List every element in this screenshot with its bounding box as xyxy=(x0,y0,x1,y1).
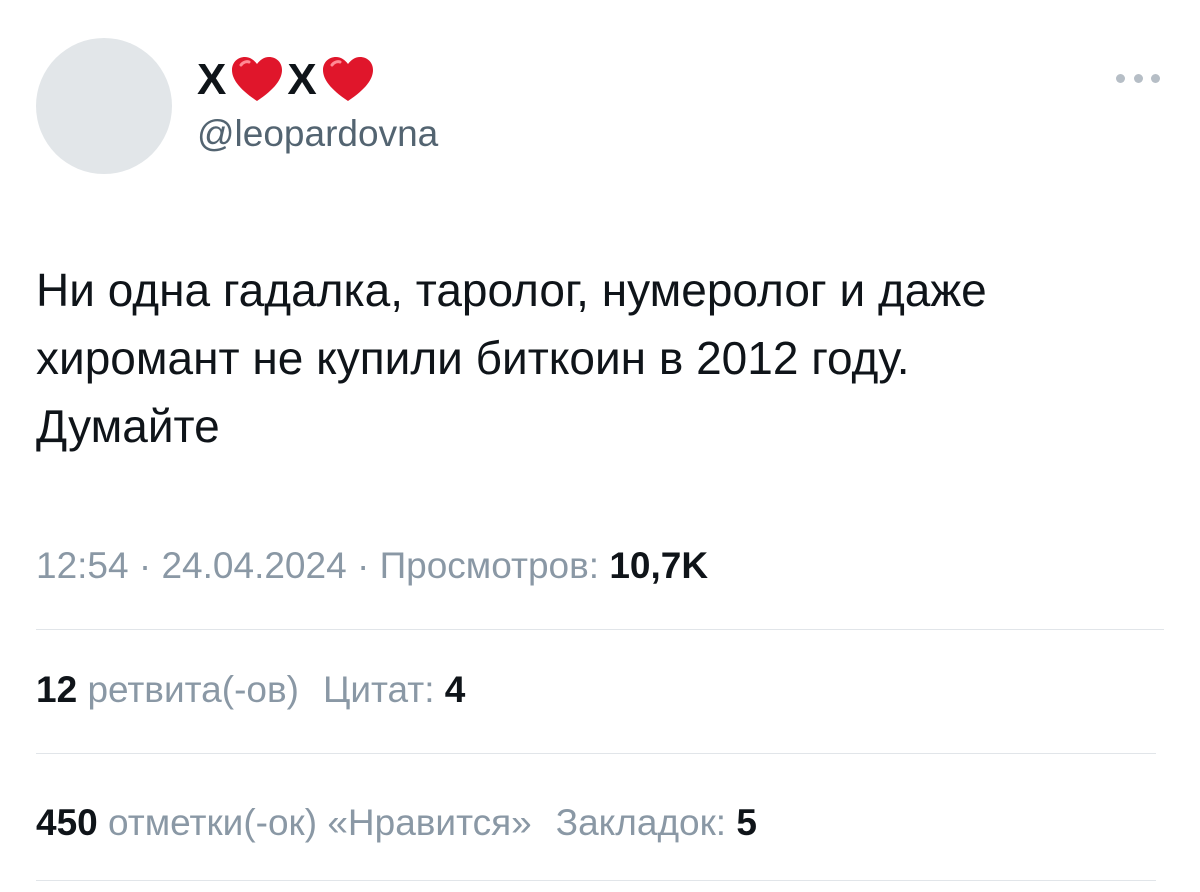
retweets-count: 12 xyxy=(36,669,78,710)
tweet-date[interactable]: 24.04.2024 xyxy=(161,545,346,586)
divider xyxy=(36,629,1164,630)
divider xyxy=(36,753,1156,754)
divider xyxy=(36,880,1156,881)
bookmarks-label: Закладок: xyxy=(555,802,727,843)
retweet-quote-stats: 12 ретвита(-ов) Цитат: 4 xyxy=(36,669,465,711)
display-name[interactable]: X X xyxy=(197,54,378,106)
bookmarks-count: 5 xyxy=(736,802,757,843)
dot xyxy=(1151,73,1160,83)
heart-emoji-icon xyxy=(232,57,283,101)
tweet-text: Ни одна гадалка, таролог, нумеролог и да… xyxy=(36,256,1156,460)
views-label: Просмотров: xyxy=(379,545,600,586)
display-name-part: X xyxy=(197,55,228,104)
likes-count: 450 xyxy=(36,802,98,843)
quotes-link[interactable]: Цитат: 4 xyxy=(323,669,465,710)
likes-label: отметки(-ок) «Нравится» xyxy=(108,802,532,843)
tweet-text-line: Думайте xyxy=(36,400,220,452)
dot xyxy=(1116,73,1125,83)
tweet-text-line: хиромант не купили биткоин в 2012 году. xyxy=(36,332,910,384)
meta-separator: · xyxy=(138,545,152,586)
meta-separator: · xyxy=(356,545,370,586)
quotes-label: Цитат: xyxy=(322,669,435,710)
dot xyxy=(1133,73,1143,83)
avatar[interactable] xyxy=(36,38,172,174)
more-dots-icon[interactable] xyxy=(1116,70,1160,86)
bookmarks-link[interactable]: Закладок: 5 xyxy=(556,802,757,843)
views-count: 10,7K xyxy=(609,545,709,586)
user-handle[interactable]: @leopardovna xyxy=(197,113,438,155)
retweets-link[interactable]: 12 ретвита(-ов) xyxy=(36,669,299,710)
likes-link[interactable]: 450 отметки(-ок) «Нравится» xyxy=(36,802,532,843)
display-name-part: X xyxy=(287,55,318,104)
tweet-text-line: Ни одна гадалка, таролог, нумеролог и да… xyxy=(36,264,987,316)
tweet-meta: 12:54 · 24.04.2024 · Просмотров: 10,7K xyxy=(36,545,708,587)
quotes-count: 4 xyxy=(444,669,466,710)
heart-emoji-icon xyxy=(322,57,373,101)
tweet-time[interactable]: 12:54 xyxy=(36,545,129,586)
likes-bookmarks-stats: 450 отметки(-ок) «Нравится» Закладок: 5 xyxy=(36,802,757,844)
retweets-label: ретвита(-ов) xyxy=(87,669,299,710)
